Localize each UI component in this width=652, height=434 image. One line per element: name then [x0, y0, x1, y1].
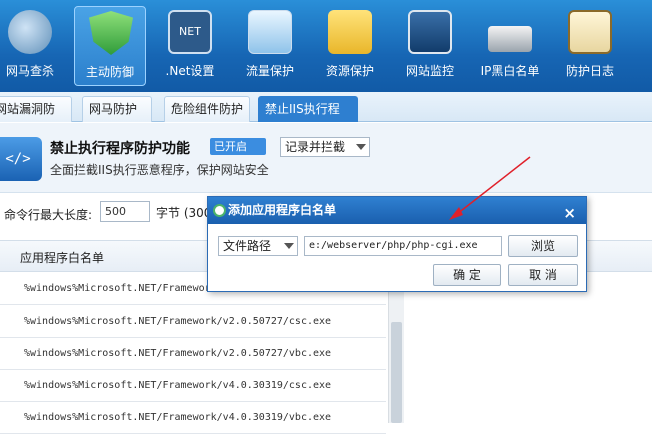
tab-iis-exec[interactable]: 禁止IIS执行程序	[258, 96, 358, 140]
type-select-value: 文件路径	[223, 239, 272, 253]
toolbar-resource-protect[interactable]: 资源保护	[314, 6, 386, 86]
mode-select-value: 记录并拦截	[285, 140, 346, 154]
browse-button[interactable]: 浏览	[508, 235, 578, 257]
list-item[interactable]: %windows%Microsoft.NET/Framework/v4.0.30…	[0, 402, 386, 434]
dialog-titlebar[interactable]: 添加应用程序白名单 ×	[208, 197, 586, 224]
toolbar-label: IP黑白名单	[480, 64, 540, 78]
path-input[interactable]: e:/webserver/php/php-cgi.exe	[304, 236, 502, 256]
toolbar-active-defense[interactable]: 主动防御	[74, 6, 146, 86]
ok-button[interactable]: 确 定	[433, 264, 501, 286]
list-item-path: %windows%Microsoft.NET/Framework/v4.0.30…	[24, 380, 332, 391]
list-item-path: %windows%Microsoft.NET/Framework/v2.0.50…	[24, 348, 332, 359]
chevron-down-icon	[284, 243, 294, 249]
toolbar-label: 资源保护	[325, 64, 374, 78]
dialog-title: 添加应用程序白名单	[228, 203, 337, 217]
list-item[interactable]: %windows%Microsoft.NET/Framework/v2.0.50…	[0, 306, 386, 338]
net-chip-icon: NET	[168, 10, 212, 54]
tab-site-vuln[interactable]: 网站漏洞防护	[0, 96, 72, 140]
cancel-button[interactable]: 取 消	[508, 264, 578, 286]
shield-icon	[89, 11, 133, 55]
router-icon	[488, 26, 532, 52]
feature-title: 禁止执行程序防护功能	[50, 141, 190, 157]
clipboard-log-icon	[568, 10, 612, 54]
toolbar-label: 流量保护	[245, 64, 294, 78]
scrollbar-thumb[interactable]	[391, 322, 402, 423]
toolbar-ip-list[interactable]: IP黑白名单	[474, 6, 546, 86]
traffic-chart-icon	[248, 10, 292, 54]
folder-check-icon	[328, 10, 372, 54]
toolbar-horse-scan[interactable]: 网马查杀	[0, 6, 66, 86]
status-badge[interactable]: 已开启	[210, 138, 266, 155]
feature-description: 全面拦截IIS执行恶意程序，保护网站安全	[50, 163, 269, 177]
close-icon[interactable]: ×	[563, 200, 576, 227]
mode-select[interactable]: 记录并拦截	[280, 137, 370, 157]
toolbar-label: 网马查杀	[5, 64, 54, 78]
horse-scan-icon	[8, 10, 52, 54]
list-item-path: %windows%Microsoft.NET/Framework/v4.0.30…	[24, 412, 332, 423]
toolbar-label: 主动防御	[85, 65, 134, 79]
whitelist-header-label: 应用程序白名单	[20, 251, 105, 265]
list-item[interactable]: %windows%Microsoft.NET/Framework/v4.0.30…	[0, 370, 386, 402]
toolbar-label: .Net设置	[165, 64, 215, 78]
tab-bar: 网站漏洞防护 网马防护 危险组件防护 禁止IIS执行程序	[0, 92, 652, 140]
list-item[interactable]: %windows%Microsoft.NET/Framework/v2.0.50…	[0, 338, 386, 370]
main-toolbar: 网马查杀 主动防御 NET .Net设置 流量保护 资源保护 网站监控 IP黑白…	[0, 0, 652, 92]
cmdline-length-input[interactable]: 500	[100, 201, 150, 222]
shield-icon	[213, 204, 226, 217]
feature-panel: </> 禁止执行程序防护功能 已开启 记录并拦截 全面拦截IIS执行恶意程序，保…	[0, 123, 652, 193]
tab-danger-component[interactable]: 危险组件防护	[164, 96, 250, 122]
code-icon: </>	[0, 137, 42, 181]
monitor-icon	[408, 10, 452, 54]
chevron-down-icon	[356, 144, 366, 150]
toolbar-site-monitor[interactable]: 网站监控	[394, 6, 466, 86]
cmdline-label: 命令行最大长度:	[4, 208, 93, 222]
list-scrollbar[interactable]	[388, 272, 404, 423]
toolbar-protect-log[interactable]: 防护日志	[554, 6, 626, 86]
list-item-path: %windows%Microsoft.NET/Framework/v2.0.50…	[24, 316, 332, 327]
tab-webshell[interactable]: 网马防护	[82, 96, 152, 122]
toolbar-traffic-protect[interactable]: 流量保护	[234, 6, 306, 86]
toolbar-net-settings[interactable]: NET .Net设置	[154, 6, 226, 86]
toolbar-label: 网站监控	[405, 64, 454, 78]
toolbar-label: 防护日志	[565, 64, 614, 78]
add-whitelist-dialog: 添加应用程序白名单 × 文件路径 e:/webserver/php/php-cg…	[207, 196, 587, 292]
type-select[interactable]: 文件路径	[218, 236, 298, 256]
